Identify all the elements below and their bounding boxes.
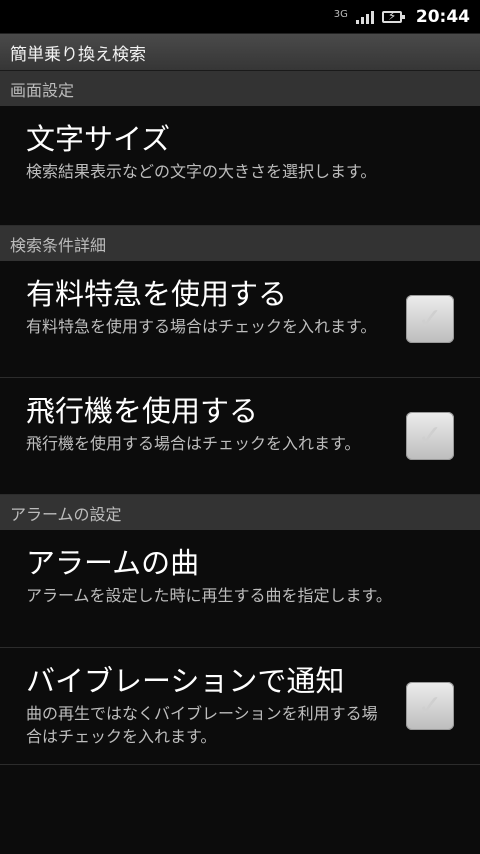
pref-summary: 飛行機を使用する場合はチェックを入れます。 [26, 434, 361, 453]
pref-use-airplane[interactable]: 飛行機を使用する 飛行機を使用する場合はチェックを入れます。 ✓ [0, 378, 480, 495]
section-header-label: 画面設定 [10, 80, 75, 100]
pref-title: 飛行機を使用する [26, 394, 259, 428]
section-header-label: アラームの設定 [10, 504, 122, 524]
section-header-label: 検索条件詳細 [10, 235, 107, 255]
pref-title: バイブレーションで通知 [26, 664, 345, 698]
limited-express-checkbox[interactable]: ✓ [406, 295, 454, 343]
pref-alarm-song[interactable]: アラームの曲 アラームを設定した時に再生する曲を指定します。 [0, 530, 480, 648]
status-bar: 3G ⚡ 20:44 [0, 0, 480, 34]
pref-title: アラームの曲 [26, 546, 200, 580]
signal-bars-icon [355, 10, 374, 24]
pref-summary: 検索結果表示などの文字の大きさを選択します。 [26, 162, 377, 181]
check-mark-icon: ✓ [417, 688, 443, 724]
app-title-bar: 簡単乗り換え検索 [0, 34, 480, 71]
pref-summary: 曲の再生ではなくバイブレーションを利用する場合はチェックを入れます。 [26, 704, 378, 746]
battery-charging-icon: ⚡ [381, 9, 405, 23]
section-header-display-settings: 画面設定 [0, 71, 480, 106]
airplane-checkbox[interactable]: ✓ [406, 412, 454, 460]
network-type: 3G [333, 9, 348, 20]
clock: 20:44 [415, 6, 470, 27]
check-mark-icon: ✓ [417, 418, 443, 454]
check-mark-icon: ✓ [417, 301, 443, 337]
pref-summary: 有料特急を使用する場合はチェックを入れます。 [26, 317, 377, 336]
pref-font-size[interactable]: 文字サイズ 検索結果表示などの文字の大きさを選択します。 [0, 106, 480, 226]
pref-title: 有料特急を使用する [26, 277, 288, 311]
pref-summary: アラームを設定した時に再生する曲を指定します。 [26, 586, 392, 605]
section-header-alarm-settings: アラームの設定 [0, 495, 480, 530]
vibration-checkbox[interactable]: ✓ [406, 682, 454, 730]
status-icons: 3G ⚡ 20:44 [334, 7, 470, 27]
pref-use-limited-express[interactable]: 有料特急を使用する 有料特急を使用する場合はチェックを入れます。 ✓ [0, 261, 480, 378]
section-header-search-conditions: 検索条件詳細 [0, 226, 480, 261]
pref-vibration-notify[interactable]: バイブレーションで通知 曲の再生ではなくバイブレーションを利用する場合はチェック… [0, 648, 480, 765]
pref-title: 文字サイズ [26, 122, 171, 156]
app-title: 簡単乗り換え検索 [10, 44, 146, 65]
